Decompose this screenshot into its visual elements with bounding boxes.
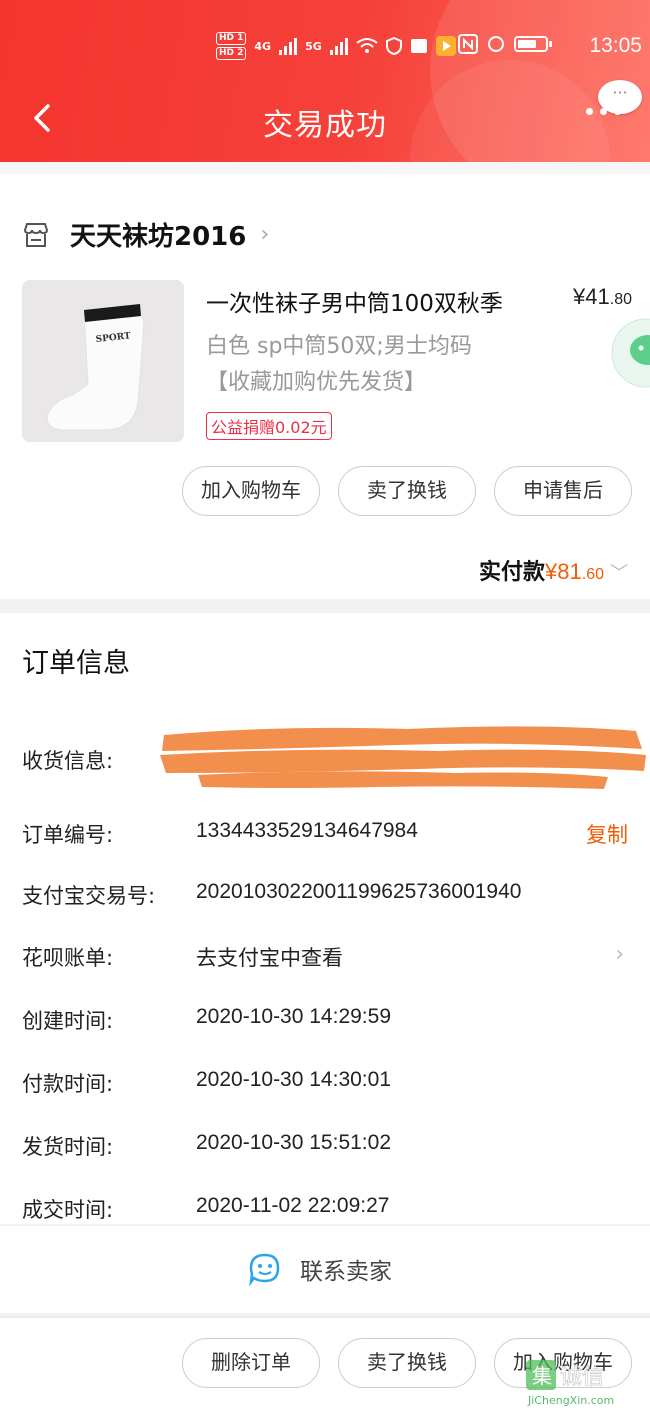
alarm-icon: [488, 36, 504, 52]
status-time: 13:05: [589, 34, 642, 57]
svg-text:集: 集: [532, 1364, 552, 1388]
shop-row[interactable]: 天天袜坊2016 ›: [22, 216, 269, 253]
sim-icons: HD 1 HD 2: [216, 32, 247, 60]
contact-seller-bar: 联系卖家: [0, 1225, 650, 1313]
closed-time-value: 2020-11-02 22:09:27: [196, 1194, 390, 1217]
after-sales-button[interactable]: 申请售后: [494, 466, 632, 516]
signal-icon: [279, 37, 298, 55]
wifi-icon: [356, 38, 378, 53]
shop-name: 天天袜坊2016: [70, 222, 247, 252]
chevron-down-icon: ﹀: [610, 563, 628, 584]
closed-time-label: 成交时间:: [22, 1198, 114, 1222]
product-image[interactable]: SPORT: [22, 280, 184, 442]
play-icon: [435, 36, 456, 56]
sim2-icon: HD 2: [216, 47, 247, 60]
add-to-cart-button[interactable]: 加入购物车: [182, 466, 320, 516]
watermark-text: JiChengXin.com: [527, 1394, 614, 1407]
product-price: ¥41.80: [573, 284, 632, 310]
paid-time-value: 2020-10-30 14:30:01: [196, 1068, 391, 1091]
contact-seller-button[interactable]: 联系卖家: [248, 1252, 392, 1286]
alipay-value: 2020103022001199625736001940: [196, 880, 522, 903]
huabei-label: 花呗账单:: [22, 946, 114, 970]
huabei-row[interactable]: 花呗账单: 去支付宝中查看 ›: [22, 942, 628, 972]
signal-icon: [329, 37, 348, 55]
order-info-section: 订单信息 收货信息: 订单编号: 1334433529134647984 复制 …: [0, 599, 650, 1224]
more-menu-button[interactable]: [586, 108, 621, 115]
status-icons-right: [458, 34, 552, 54]
status-bar: HD 1 HD 2 4G 5G 13:05: [0, 28, 650, 68]
huabei-value: 去支付宝中查看: [196, 946, 343, 970]
product-name[interactable]: 一次性袜子男中筒100双秋季: [206, 284, 503, 318]
status-icons-left: HD 1 HD 2 4G 5G: [216, 32, 456, 60]
order-number-value: 1334433529134647984: [196, 819, 418, 842]
store-icon: [23, 222, 49, 247]
order-number-label: 订单编号:: [22, 823, 114, 847]
chevron-right-icon: ›: [615, 942, 624, 967]
sock-image: SPORT: [22, 280, 184, 442]
nfc-icon: [458, 34, 478, 54]
wechat-float-icon[interactable]: [608, 318, 650, 388]
price-decimal: .80: [609, 291, 632, 308]
shield-icon: [385, 37, 402, 55]
svg-text:诚信: 诚信: [560, 1365, 604, 1390]
paid-amount-row[interactable]: 实付款¥81.60 ﹀: [479, 554, 628, 586]
resell-button[interactable]: 卖了换钱: [338, 466, 476, 516]
shipped-time-label: 发货时间:: [22, 1135, 114, 1159]
order-info-title: 订单信息: [22, 648, 130, 679]
copy-button[interactable]: 复制: [586, 819, 628, 849]
alipay-label: 支付宝交易号:: [22, 884, 156, 908]
network-4g-label: 4G: [254, 39, 272, 53]
address-label: 收货信息:: [22, 749, 114, 773]
paid-label: 实付款: [479, 560, 546, 585]
order-item-card: 天天袜坊2016 › SPORT 一次性袜子男中筒100双秋季 ¥41.80 x…: [0, 162, 650, 599]
product-sku: 白色 sp中筒50双;男士均码: [206, 334, 472, 359]
redaction-scribble: [160, 726, 646, 789]
chevron-right-icon: ›: [260, 222, 270, 247]
product-promo: 【收藏加购优先发货】: [206, 370, 427, 395]
contact-seller-label: 联系卖家: [300, 1259, 392, 1285]
battery-icon: [514, 36, 552, 52]
resell-button[interactable]: 卖了换钱: [338, 1338, 476, 1388]
network-5g-label: 5G: [305, 39, 322, 53]
paid-amount: ¥81.60: [545, 559, 604, 584]
sim1-icon: HD 1: [216, 32, 247, 45]
delete-order-button[interactable]: 删除订单: [182, 1338, 320, 1388]
created-time-value: 2020-10-30 14:29:59: [196, 1005, 391, 1028]
shipped-time-value: 2020-10-30 15:51:02: [196, 1131, 391, 1154]
watermark-logo: 集 诚信 JiChengXin.com: [526, 1360, 614, 1407]
app-header: HD 1 HD 2 4G 5G 13:05 交易成功 ···: [0, 0, 650, 162]
chat-face-icon: [249, 1253, 280, 1286]
charity-tag: 公益捐赠0.02元: [206, 412, 332, 440]
paid-time-label: 付款时间:: [22, 1072, 114, 1096]
created-time-label: 创建时间:: [22, 1009, 114, 1033]
price-main: ¥41: [573, 284, 610, 309]
page-title: 交易成功: [263, 108, 387, 143]
book-icon: [410, 39, 427, 53]
